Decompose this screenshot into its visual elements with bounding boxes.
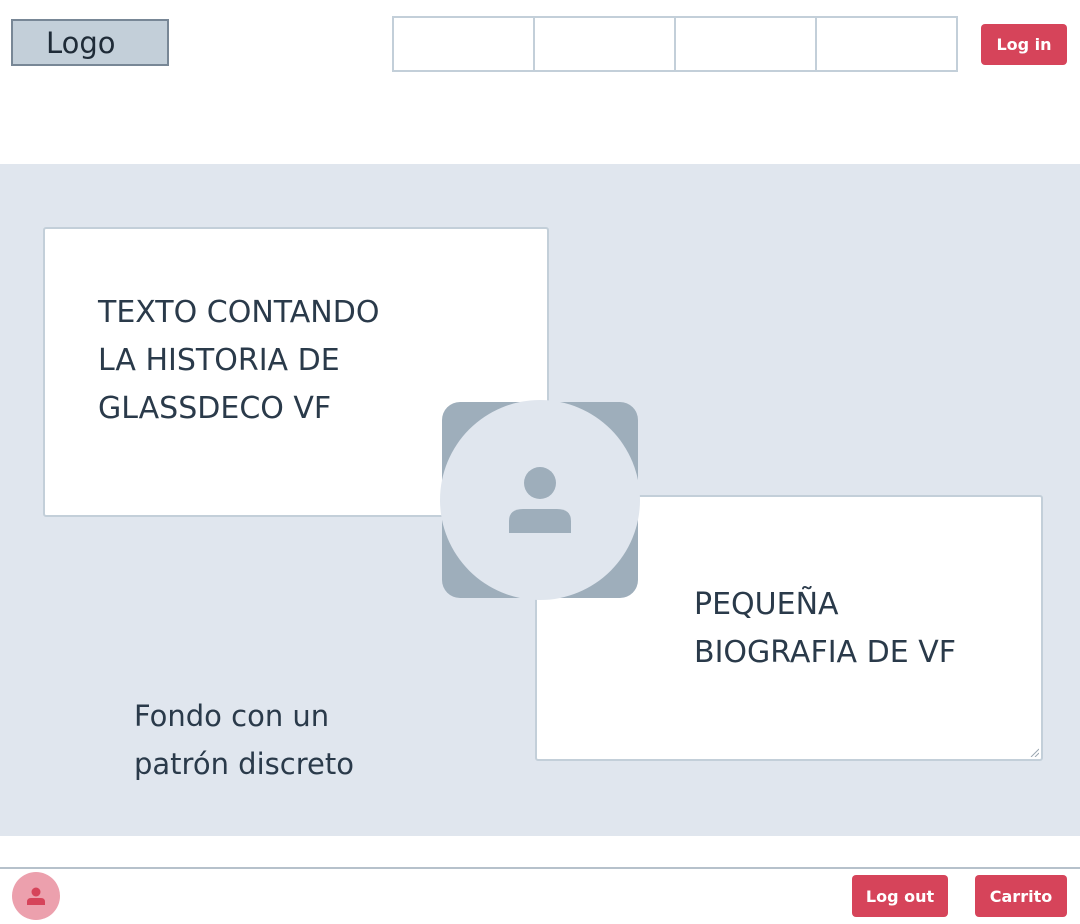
main-nav bbox=[392, 16, 958, 72]
user-icon bbox=[27, 887, 45, 905]
nav-item-2[interactable] bbox=[535, 18, 676, 70]
nav-item-1[interactable] bbox=[394, 18, 535, 70]
footer-user-avatar[interactable] bbox=[12, 872, 60, 920]
login-button[interactable]: Log in bbox=[981, 24, 1067, 65]
nav-item-3[interactable] bbox=[676, 18, 817, 70]
history-text: TEXTO CONTANDO LA HISTORIA DE GLASSDECO … bbox=[98, 295, 380, 426]
logout-button[interactable]: Log out bbox=[852, 875, 948, 917]
footer-divider bbox=[0, 867, 1080, 869]
hero-section: TEXTO CONTANDO LA HISTORIA DE GLASSDECO … bbox=[0, 164, 1080, 836]
cart-button[interactable]: Carrito bbox=[975, 875, 1067, 917]
nav-item-4[interactable] bbox=[817, 18, 956, 70]
resize-grip-icon[interactable] bbox=[1029, 747, 1039, 757]
profile-avatar bbox=[440, 400, 640, 600]
background-note: Fondo con un patrón discreto bbox=[134, 699, 354, 781]
logo[interactable]: Logo bbox=[11, 19, 169, 66]
user-icon bbox=[509, 467, 571, 533]
bio-text: PEQUEÑA BIOGRAFIA DE VF bbox=[694, 587, 956, 670]
